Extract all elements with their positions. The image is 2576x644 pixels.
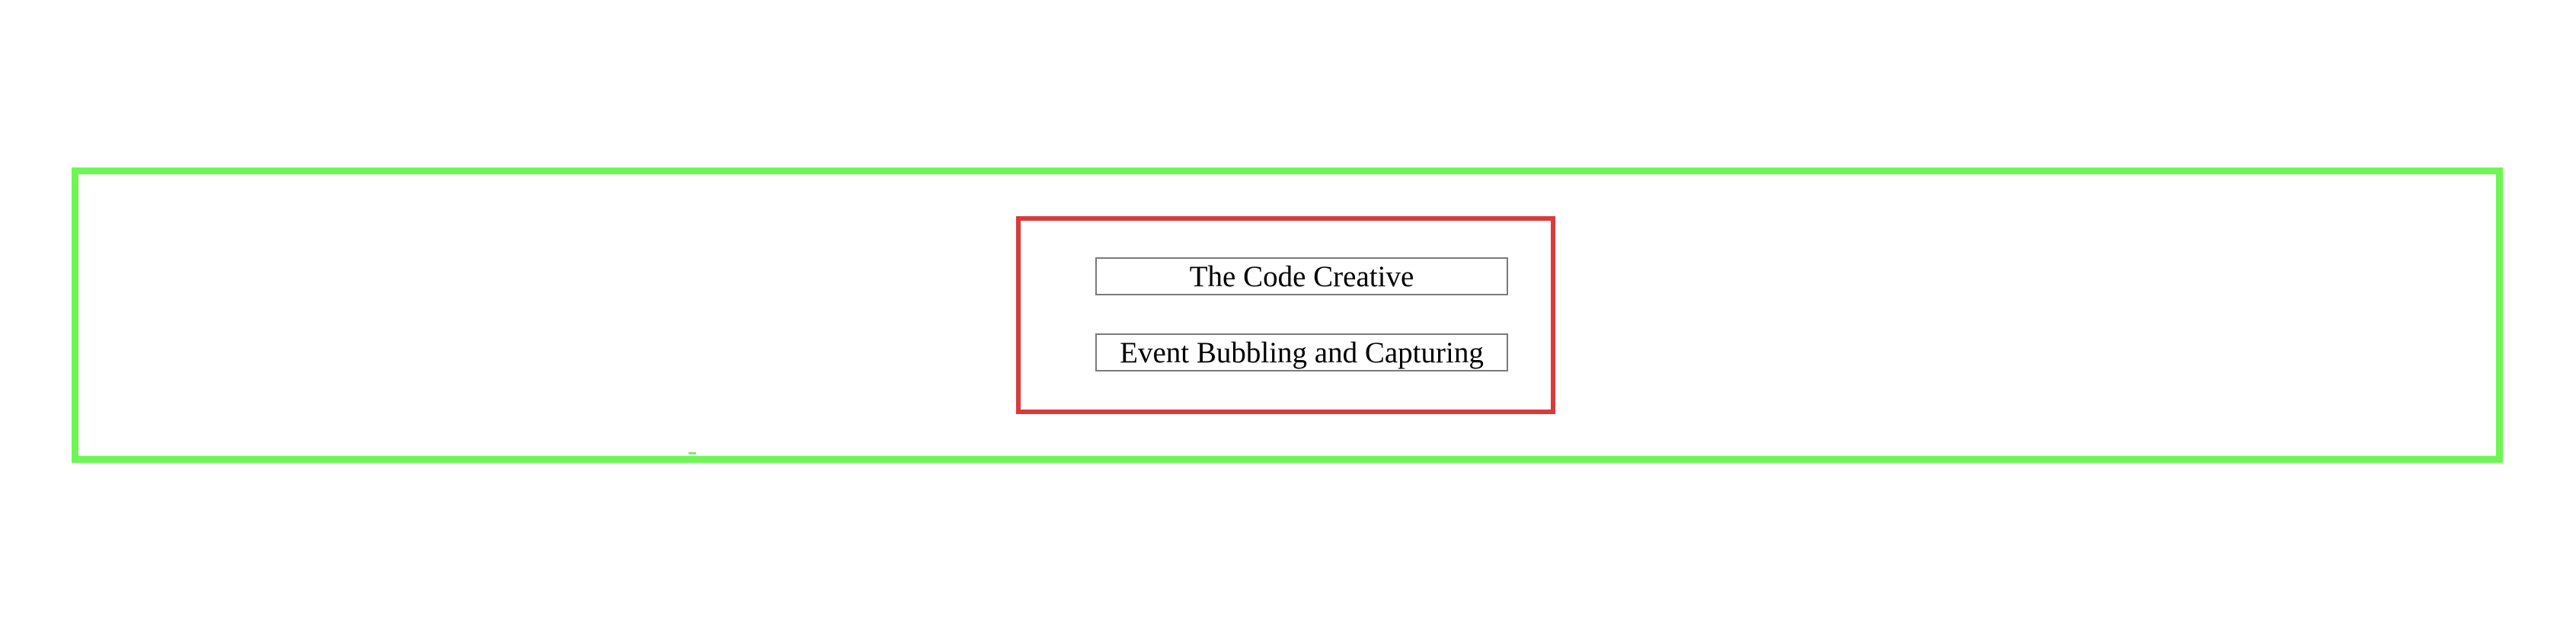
cursor-artifact (689, 452, 696, 454)
inner-container[interactable] (1016, 216, 1555, 414)
code-creative-box[interactable]: The Code Creative (1095, 257, 1508, 295)
event-bubbling-box[interactable]: Event Bubbling and Capturing (1095, 333, 1508, 371)
